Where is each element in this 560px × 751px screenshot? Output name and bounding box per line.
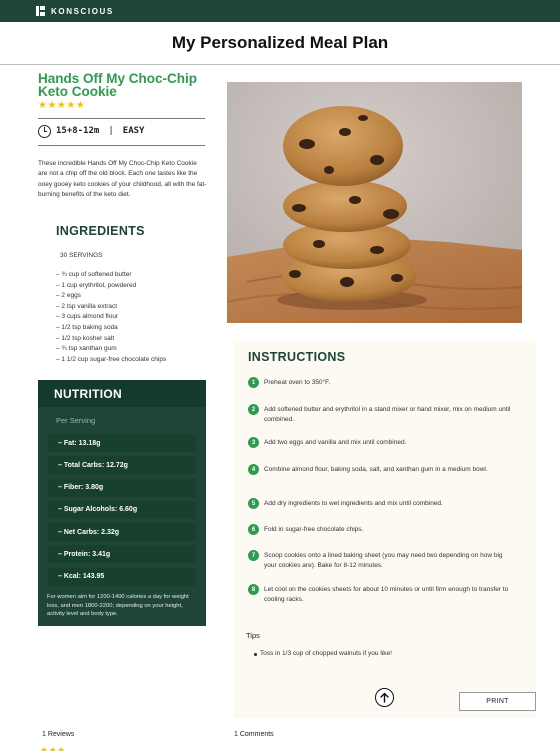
- step-number: 5: [248, 498, 259, 509]
- instruction-step: 3 Add two eggs and vanilla and mix until…: [248, 437, 533, 448]
- review-stars: ★★★: [40, 745, 66, 751]
- konscious-logo-icon: [36, 6, 45, 16]
- instruction-step: 1 Preheat oven to 350°F.: [248, 377, 533, 388]
- instruction-step: 8 Let cool on the cookies sheets for abo…: [248, 584, 533, 605]
- nutrition-row: – Net Carbs: 2.32g: [48, 523, 196, 542]
- ingredients-list: – ¾ cup of softened butter – 1 cup eryth…: [56, 270, 166, 365]
- step-text: Add two eggs and vanilla and mix until c…: [264, 438, 407, 446]
- step-text: Preheat oven to 350°F.: [264, 378, 331, 386]
- nutrition-row: – Total Carbs: 12.72g: [48, 456, 196, 475]
- nutrition-footnote: For women aim for 1200-1400 calories a d…: [47, 594, 189, 618]
- top-bar: KONSCIOUS: [0, 0, 560, 22]
- step-text: Add dry ingredients to wet ingredients a…: [264, 499, 443, 507]
- step-number: 6: [248, 524, 259, 535]
- step-number: 2: [248, 404, 259, 415]
- per-serving-label: Per Serving: [56, 416, 96, 425]
- ingredient-item: – 1/2 tsp baking soda: [56, 323, 118, 331]
- instruction-step: 6 Fold in sugar-free chocolate chips.: [248, 524, 533, 535]
- instruction-step: 7 Scoop cookies onto a lined baking shee…: [248, 550, 533, 571]
- step-text: Combine almond flour, baking soda, salt,…: [264, 465, 488, 473]
- nutrition-row: – Fiber: 3.80g: [48, 478, 196, 497]
- instructions-heading: INSTRUCTIONS: [248, 350, 346, 364]
- step-number: 4: [248, 464, 259, 475]
- ingredient-item: – 1 cup erythritol, powdered: [56, 281, 137, 289]
- step-text: Let cool on the cookies sheets for about…: [264, 585, 509, 603]
- reviews-count[interactable]: 1 Reviews: [42, 731, 74, 738]
- nutrition-panel: NUTRITION Per Serving – Fat: 13.18g – To…: [38, 380, 206, 626]
- nutrition-row: – Sugar Alcohols: 6.60g: [48, 500, 196, 519]
- step-text: Fold in sugar-free chocolate chips.: [264, 525, 364, 533]
- difficulty: EASY: [122, 126, 145, 136]
- rating-stars: ★★★★★: [38, 100, 86, 111]
- instruction-step: 4 Combine almond flour, baking soda, sal…: [248, 464, 533, 475]
- nutrition-row: – Protein: 3.41g: [48, 545, 196, 564]
- step-number: 8: [248, 584, 259, 595]
- recipe-photo: [227, 82, 522, 323]
- ingredient-item: – 3 cups almond flour: [56, 313, 119, 321]
- meta-separator: |: [108, 126, 114, 136]
- step-text: Scoop cookies onto a lined baking sheet …: [264, 551, 503, 569]
- ingredient-item: – 1 1/2 cup sugar-free chocolate chips: [56, 355, 167, 363]
- step-number: 1: [248, 377, 259, 388]
- ingredient-item: – ¾ cup of softened butter: [56, 271, 132, 278]
- page-title: My Personalized Meal Plan: [0, 22, 560, 65]
- ingredient-item: – 2 eggs: [56, 292, 81, 300]
- instruction-step: 2 Add softened butter and erythritol in …: [248, 404, 533, 425]
- print-button[interactable]: PRINT: [459, 692, 536, 711]
- recipe-title: Hands Off My Choc-Chip Keto Cookie: [38, 71, 197, 99]
- nutrition-row: – Kcal: 143.95: [48, 567, 196, 586]
- step-number: 7: [248, 550, 259, 561]
- tips-heading: Tips: [246, 631, 260, 640]
- step-text: Add softened butter and erythritol in a …: [264, 405, 511, 423]
- cook-time: 15+8-12m: [56, 126, 100, 136]
- tip-item: Toss in 1/3 cup of chopped walnuts if yo…: [254, 650, 392, 657]
- brand-name[interactable]: KONSCIOUS: [51, 7, 114, 16]
- divider: [38, 118, 205, 119]
- instructions-panel: INSTRUCTIONS 1 Preheat oven to 350°F. 2 …: [233, 340, 536, 718]
- nutrition-row: – Fat: 13.18g: [48, 434, 196, 452]
- clock-icon: [38, 124, 51, 138]
- servings: 30 SERVINGS: [60, 252, 103, 259]
- arrow-up-icon: [380, 692, 389, 703]
- divider: [38, 145, 205, 146]
- recipe-description: These incredible Hands Off My Choc-Chip …: [38, 160, 207, 198]
- ingredient-item: – 2 tsp vanilla extract: [56, 302, 118, 310]
- instruction-step: 5 Add dry ingredients to wet ingredients…: [248, 498, 533, 509]
- ingredients-heading: INGREDIENTS: [56, 224, 145, 238]
- scroll-to-top-button[interactable]: [375, 688, 394, 707]
- nutrition-heading: NUTRITION: [38, 380, 206, 407]
- ingredient-item: – ¾ tsp xanthan gum: [56, 345, 117, 353]
- cookie-stack-image: [227, 82, 522, 323]
- ingredient-item: – 1/2 tsp kosher salt: [56, 334, 115, 342]
- comments-count[interactable]: 1 Comments: [234, 731, 274, 738]
- recipe-meta: 15+8-12m | EASY: [38, 123, 144, 139]
- step-number: 3: [248, 437, 259, 448]
